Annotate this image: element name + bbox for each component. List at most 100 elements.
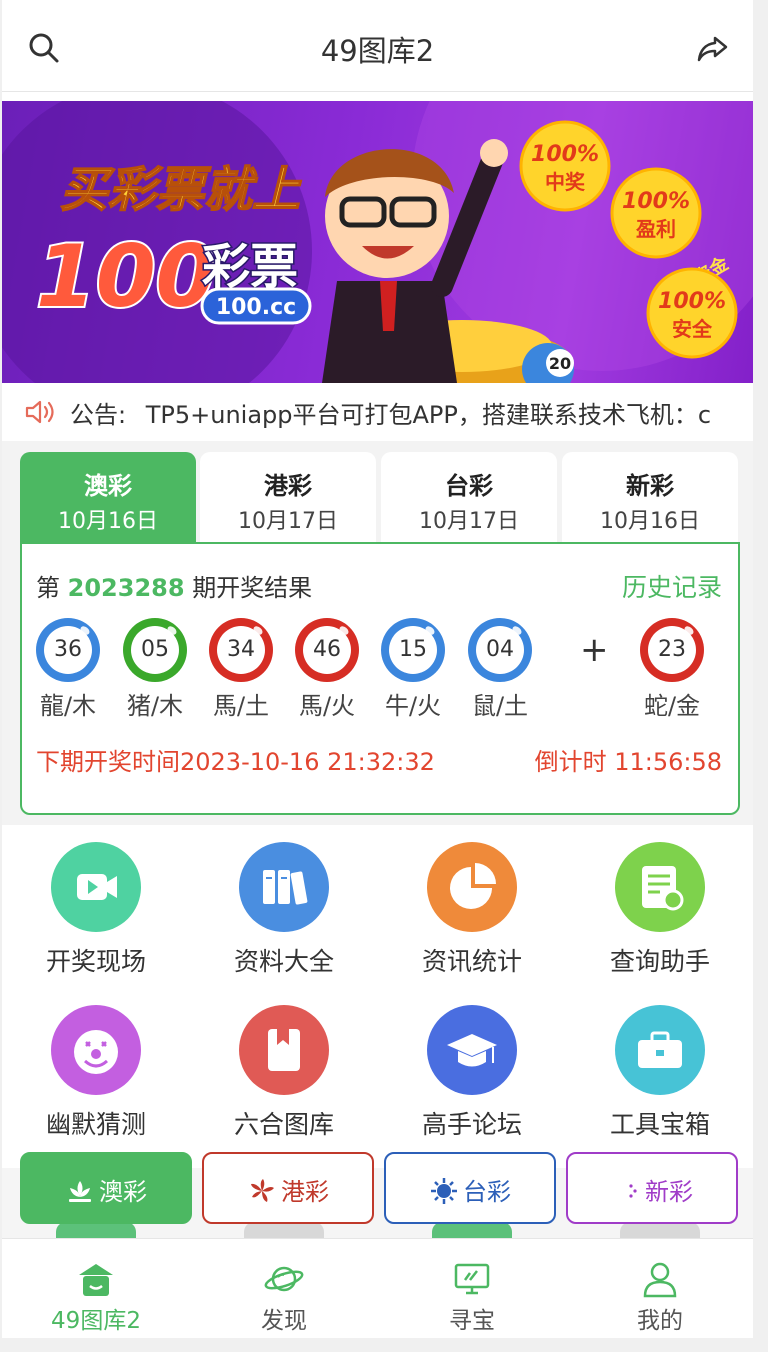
notice-content: TP5+uniapp平台可打包APP，搭建联系技术飞机：c (145, 401, 712, 429)
draw-result-panel: 第 2023288 期开奖结果 历史记录 36 05 34 46 15 04 +… (20, 542, 740, 815)
tab-name: 台彩 (445, 472, 493, 500)
region-tab-aocai[interactable]: 澳彩 (20, 1152, 192, 1224)
menu-label: 六合图库 (233, 1110, 334, 1139)
ball-label: 馬/土 (212, 692, 270, 720)
books-icon (239, 842, 329, 932)
nav-label: 发现 (261, 1308, 307, 1334)
menu-expert-forum[interactable]: 高手论坛 (392, 1005, 552, 1155)
graduation-cap-icon (427, 1005, 517, 1095)
result-ball: 05 (123, 618, 187, 682)
book-icon (239, 1005, 329, 1095)
tab-taicai[interactable]: 台彩 10月17日 (381, 452, 557, 544)
notice-label: 公告: (70, 401, 127, 429)
banner-badge-pct-1: 100% (531, 142, 599, 167)
menu-live-draw[interactable]: 开奖现场 (16, 842, 176, 992)
period-number: 2023288 (67, 574, 185, 602)
speaker-icon (25, 400, 54, 424)
app-screen: 49图库2 买彩票就上 100 彩票 100.cc 20 100% 中奖 100… (2, 0, 753, 1338)
result-ball: 15 (381, 618, 445, 682)
banner-domain: 100.cc (216, 295, 296, 320)
region-label: 港彩 (281, 1178, 329, 1206)
region-tab-taicai[interactable]: 台彩 (384, 1152, 556, 1224)
region-label: 澳彩 (99, 1178, 147, 1206)
planet-icon (264, 1266, 304, 1292)
nav-treasure[interactable]: 寻宝 (378, 1239, 566, 1338)
page-title: 49图库2 (320, 34, 435, 68)
tab-xincai[interactable]: 新彩 10月16日 (562, 452, 738, 544)
region-label: 台彩 (463, 1178, 511, 1206)
banner-badge-pct-3: 100% (658, 289, 726, 314)
ball-label: 蛇/金 (643, 692, 701, 720)
banner-badge-text-3: 安全 (672, 317, 713, 341)
menu-label: 高手论坛 (421, 1110, 522, 1139)
share-icon[interactable] (695, 30, 731, 66)
promo-banner[interactable]: 买彩票就上 100 彩票 100.cc 20 100% 中奖 100% 盈利 资… (2, 101, 753, 383)
menu-label: 工具宝箱 (609, 1110, 710, 1139)
tab-gangcai[interactable]: 港彩 10月17日 (200, 452, 376, 544)
lotus-icon (69, 1181, 91, 1202)
home-icon (79, 1264, 113, 1296)
banner-brand-number: 100 (36, 227, 216, 327)
banner-badge-text-1: 中奖 (545, 170, 586, 194)
banner-art: 买彩票就上 100 彩票 100.cc 20 100% 中奖 100% 盈利 资… (2, 101, 753, 383)
menu-label: 资讯统计 (421, 947, 522, 976)
nav-label: 寻宝 (449, 1308, 495, 1334)
nav-home[interactable]: 49图库2 (2, 1239, 190, 1338)
result-ball: 34 (209, 618, 273, 682)
ball-label: 龍/木 (39, 692, 97, 720)
nav-label: 我的 (637, 1308, 683, 1334)
briefcase-icon (615, 1005, 705, 1095)
period-suffix: 期开奖结果 (192, 574, 313, 602)
menu-humor-guess[interactable]: 幽默猜测 (16, 1005, 176, 1155)
crescent-moon-icon (616, 1180, 637, 1202)
bauhinia-icon (251, 1179, 274, 1202)
countdown-timer: 倒计时 11:56:58 (534, 748, 722, 776)
menu-label: 幽默猜测 (45, 1110, 146, 1139)
result-ball: 36 (36, 618, 100, 682)
menu-label: 查询助手 (609, 947, 710, 976)
nav-discover[interactable]: 发现 (190, 1239, 378, 1338)
plus-sign: + (580, 630, 609, 670)
bottom-nav: 49图库2 发现 寻宝 我的 (2, 1238, 753, 1338)
clown-icon (51, 1005, 141, 1095)
notice-text: 公告: TP5+uniapp平台可打包APP，搭建联系技术飞机：c (70, 395, 711, 430)
nav-mine[interactable]: 我的 (566, 1239, 753, 1338)
tab-name: 港彩 (264, 472, 312, 500)
ball-label: 馬/火 (298, 692, 356, 720)
next-draw-time: 下期开奖时间2023-10-16 21:32:32 (36, 748, 435, 776)
history-link[interactable]: 历史记录 (622, 568, 722, 604)
result-ball: 46 (295, 618, 359, 682)
nav-label: 49图库2 (51, 1308, 141, 1334)
ball-label: 牛/火 (384, 692, 442, 720)
tab-date: 10月16日 (600, 509, 700, 534)
tab-date: 10月16日 (58, 509, 158, 534)
banner-badge-pct-2: 100% (622, 189, 690, 214)
menu-label: 开奖现场 (45, 947, 146, 976)
menu-data-collection[interactable]: 资料大全 (204, 842, 364, 992)
ball-label: 猪/木 (126, 692, 184, 720)
sun-icon (431, 1178, 457, 1204)
banner-badge-text-2: 盈利 (635, 217, 676, 241)
banner-slogan: 买彩票就上 (60, 162, 302, 218)
period-title: 第 2023288 期开奖结果 (36, 568, 312, 603)
special-ball: 23 (640, 618, 704, 682)
region-tab-gangcai[interactable]: 港彩 (202, 1152, 374, 1224)
result-ball: 04 (468, 618, 532, 682)
document-search-icon (615, 842, 705, 932)
menu-news-stats[interactable]: 资讯统计 (392, 842, 552, 992)
tab-name: 新彩 (626, 472, 674, 500)
menu-query-helper[interactable]: 查询助手 (580, 842, 740, 992)
region-tab-xincai[interactable]: 新彩 (566, 1152, 738, 1224)
tab-name: 澳彩 (84, 472, 132, 500)
menu-toolbox[interactable]: 工具宝箱 (580, 1005, 740, 1155)
notice-bar[interactable]: 公告: TP5+uniapp平台可打包APP，搭建联系技术飞机：c (2, 383, 753, 441)
region-label: 新彩 (645, 1178, 693, 1206)
menu-gallery[interactable]: 六合图库 (204, 1005, 364, 1155)
tab-date: 10月17日 (419, 509, 519, 534)
tab-date: 10月17日 (238, 509, 338, 534)
monitor-icon (454, 1263, 490, 1295)
tab-aocai[interactable]: 澳彩 10月16日 (20, 452, 196, 544)
menu-label: 资料大全 (233, 947, 334, 976)
pie-chart-icon (427, 842, 517, 932)
banner-brand-name: 彩票 (202, 239, 298, 295)
